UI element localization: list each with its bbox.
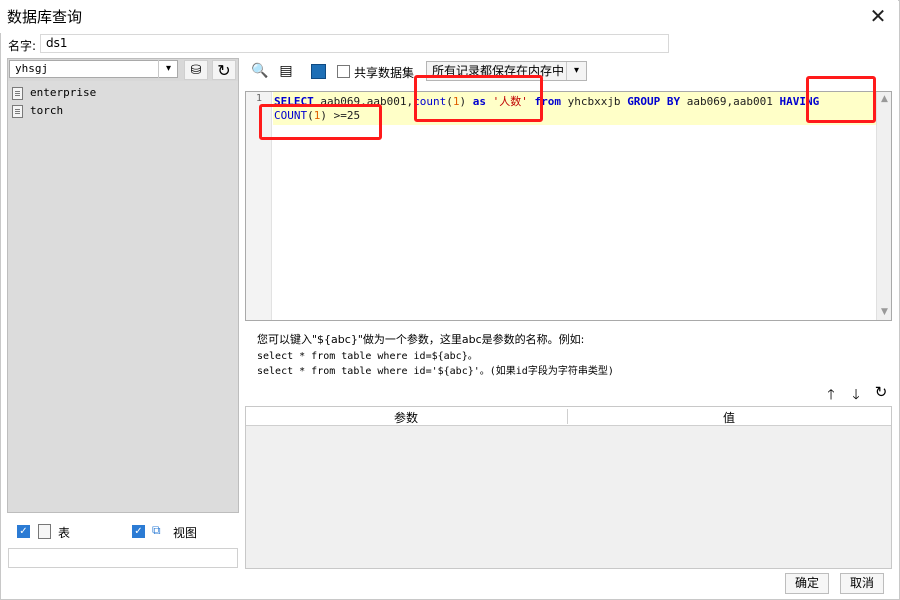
column-divider [567, 409, 568, 424]
annotation-box-count-condition [259, 104, 382, 140]
line-number: 1 [256, 93, 263, 104]
sql-token: GROUP BY [627, 95, 687, 108]
hint-text: 您可以键入"${abc}"做为一个参数，这里abc是参数的名称。例如: [257, 333, 585, 346]
hint-example: select * from table where id='${abc}'。(如… [257, 366, 614, 377]
preview-icon[interactable]: 🔍 [250, 61, 270, 81]
move-up-icon[interactable]: 🡑 [823, 384, 839, 403]
title-bar: 数据库查询 [0, 0, 898, 33]
parameter-table-header [246, 407, 891, 426]
chevron-down-icon[interactable]: ▾ [566, 62, 586, 80]
parameter-icon[interactable] [308, 61, 328, 81]
show-views-checkbox[interactable]: ✓ [132, 525, 145, 538]
show-tables-checkbox[interactable]: ✓ [17, 525, 30, 538]
hint-example: select * from table where id=${abc}。 [257, 351, 478, 362]
refresh-icon[interactable]: ↻ [212, 60, 236, 80]
scroll-up-icon[interactable]: ▲ [877, 92, 892, 106]
name-label: 名字: [8, 39, 37, 53]
parameter-table [245, 406, 892, 569]
table-tree: enterprise torch [8, 81, 238, 512]
sql-token: aab069,aab001 [686, 95, 780, 108]
editor-scrollbar[interactable]: ▲ ▼ [876, 92, 891, 320]
cancel-button[interactable]: 取消 [840, 573, 884, 594]
column-header-param[interactable]: 参数 [394, 409, 418, 426]
share-dataset-checkbox[interactable] [337, 65, 350, 78]
save-icon[interactable]: ▤ [276, 61, 296, 81]
table-icon [38, 524, 51, 539]
ok-button[interactable]: 确定 [785, 573, 829, 594]
connection-select[interactable]: yhsgj [9, 60, 178, 78]
table-icon [12, 87, 23, 100]
show-views-label: 视图 [173, 526, 198, 540]
move-down-icon[interactable]: 🡓 [848, 384, 864, 403]
close-icon[interactable]: ✕ [862, 2, 894, 30]
share-dataset-label: 共享数据集 [354, 66, 415, 80]
annotation-box-having [806, 76, 876, 123]
tree-item-label: torch [30, 104, 64, 117]
sql-token: yhcbxxjb [567, 95, 628, 108]
show-tables-label: 表 [58, 526, 71, 540]
name-input[interactable]: ds1 [40, 34, 669, 53]
refresh-params-icon[interactable]: ↻ [872, 383, 890, 401]
scroll-down-icon[interactable]: ▼ [877, 305, 892, 319]
annotation-box-count [414, 75, 543, 122]
chevron-down-icon[interactable]: ▾ [158, 60, 178, 78]
column-header-value[interactable]: 值 [723, 409, 735, 426]
connection-settings-icon[interactable]: ⛁ [184, 60, 208, 80]
window-title: 数据库查询 [7, 8, 83, 26]
tree-item-label: enterprise [30, 86, 97, 99]
filter-input[interactable] [8, 548, 238, 568]
table-icon [12, 105, 23, 118]
view-icon: ⧉ [152, 523, 161, 537]
